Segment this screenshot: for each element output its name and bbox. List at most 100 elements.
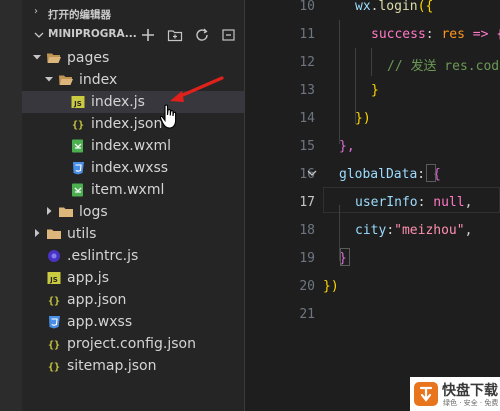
open-editors-section[interactable]: › 打开的编辑器 <box>22 2 244 24</box>
bracket-match-highlight <box>426 164 436 182</box>
watermark-logo: 快盘下载 绿色 · 安全 · 免费 <box>410 377 500 411</box>
tree-item-label: utils <box>67 226 97 242</box>
tree-file[interactable]: JS app.js <box>22 267 244 289</box>
tree-item-label: sitemap.json <box>67 358 157 374</box>
open-editors-label: 打开的编辑器 <box>48 9 111 21</box>
code-token: city <box>355 223 387 238</box>
json-file-icon: {} <box>46 336 62 352</box>
tree-item-label: app.wxss <box>67 314 133 330</box>
tree-item-label: .eslintrc.js <box>67 248 139 264</box>
code-line: }) <box>355 111 371 126</box>
watermark-brand: 快盘下载 <box>442 383 498 399</box>
tree-item-label: index <box>79 72 118 88</box>
collapse-all-icon[interactable] <box>221 27 237 43</box>
chevron-right-icon[interactable] <box>32 228 42 240</box>
tree-item-label: index.json <box>91 116 163 132</box>
code-token: // 发送 res.code <box>387 59 500 74</box>
tree-folder[interactable]: pages <box>22 47 244 69</box>
code-line: city:"meizhou", <box>355 223 472 238</box>
code-token: ({ <box>417 0 434 14</box>
line-number: 21 <box>299 307 315 322</box>
chevron-down-icon <box>34 32 44 38</box>
project-label: MINIPROGRA... <box>48 28 137 40</box>
fold-chevron-icon[interactable] <box>307 168 317 181</box>
code-token: : <box>417 195 434 210</box>
tree-file[interactable]: {} app.json <box>22 289 244 311</box>
code-line: success: res => { <box>371 27 500 42</box>
line-number: 20 <box>299 279 315 294</box>
indent-guide <box>371 48 372 76</box>
wxml-file-icon <box>70 182 86 198</box>
explorer-panel: › 打开的编辑器 MINIPROGRA... pages index JS index… <box>22 0 244 411</box>
json-file-icon: {} <box>46 292 62 308</box>
tree-item-label: project.config.json <box>67 336 196 352</box>
tree-item-label: index.wxml <box>91 138 172 154</box>
svg-text:JS: JS <box>49 276 58 284</box>
chevron-right-icon: › <box>34 6 38 17</box>
activity-bar <box>0 0 22 411</box>
tree-file[interactable]: item.wxml <box>22 179 244 201</box>
tree-item-label: pages <box>67 50 110 66</box>
line-number: 11 <box>299 27 315 42</box>
tree-folder[interactable]: logs <box>22 201 244 223</box>
line-number: 10 <box>299 0 315 14</box>
line-number: 19 <box>299 251 315 266</box>
line-number: 17 <box>299 195 315 210</box>
line-number: 18 <box>299 223 315 238</box>
code-token: : <box>425 27 442 42</box>
tree-item-label: app.js <box>67 270 109 286</box>
line-number-gutter: 10 11 12 13 14 15 16 17 18 19 20 21 <box>245 0 323 411</box>
code-line: // 发送 res.code <box>387 55 500 74</box>
svg-text:{}: {} <box>48 362 60 373</box>
json-file-icon: {} <box>46 358 62 374</box>
new-folder-icon[interactable] <box>167 27 183 43</box>
download-logo-icon <box>414 382 438 406</box>
project-section[interactable]: MINIPROGRA... <box>22 24 244 46</box>
chevron-right-icon[interactable] <box>44 206 54 218</box>
new-file-icon[interactable] <box>140 27 156 43</box>
code-line: }) <box>323 279 339 294</box>
code-token: globalData <box>339 167 418 182</box>
svg-text:{}: {} <box>48 340 60 351</box>
code-token: login <box>378 0 418 14</box>
wxss-file-icon <box>70 160 86 176</box>
watermark-tagline: 绿色 · 安全 · 免费 <box>443 399 499 407</box>
code-token: userInfo <box>355 195 418 210</box>
line-number: 13 <box>299 83 315 98</box>
wxml-file-icon <box>70 138 86 154</box>
tree-folder[interactable]: utils <box>22 223 244 245</box>
line-number: 12 <box>299 55 315 70</box>
js-file-icon: JS <box>70 94 86 110</box>
tree-file[interactable]: index.wxss <box>22 157 244 179</box>
folder-icon <box>58 204 74 220</box>
tree-item-label: index.wxss <box>91 160 169 176</box>
chevron-down-icon[interactable] <box>44 74 54 86</box>
folder-open-icon <box>46 50 62 66</box>
chevron-down-icon[interactable] <box>32 52 42 64</box>
bracket-match-highlight <box>340 248 350 266</box>
tree-item-label: index.js <box>91 94 145 110</box>
svg-text:{}: {} <box>72 120 84 131</box>
code-token: res <box>441 27 465 42</box>
wxss-file-icon <box>46 314 62 330</box>
code-token: , <box>464 223 473 238</box>
code-line: userInfo: null, <box>355 195 472 210</box>
svg-text:JS: JS <box>73 100 82 108</box>
code-token: success <box>371 27 426 42</box>
tree-file[interactable]: app.wxss <box>22 311 244 333</box>
code-editor[interactable]: wx.login({success: res => {// 发送 res.cod… <box>323 0 500 411</box>
code-token: , <box>464 195 473 210</box>
tree-file[interactable]: {} index.json <box>22 113 244 135</box>
js-file-icon: JS <box>46 270 62 286</box>
tree-file[interactable]: {} project.config.json <box>22 333 244 355</box>
code-token: null <box>433 195 465 210</box>
code-token: "meizhou" <box>394 223 465 238</box>
tree-file[interactable]: index.wxml <box>22 135 244 157</box>
refresh-icon[interactable] <box>194 27 210 43</box>
code-token: }) <box>323 279 339 294</box>
tree-file[interactable]: .eslintrc.js <box>22 245 244 267</box>
tree-item-label: app.json <box>67 292 127 308</box>
tree-item-label: item.wxml <box>91 182 165 198</box>
tree-file[interactable]: {} sitemap.json <box>22 355 244 377</box>
line-number: 14 <box>299 111 315 126</box>
